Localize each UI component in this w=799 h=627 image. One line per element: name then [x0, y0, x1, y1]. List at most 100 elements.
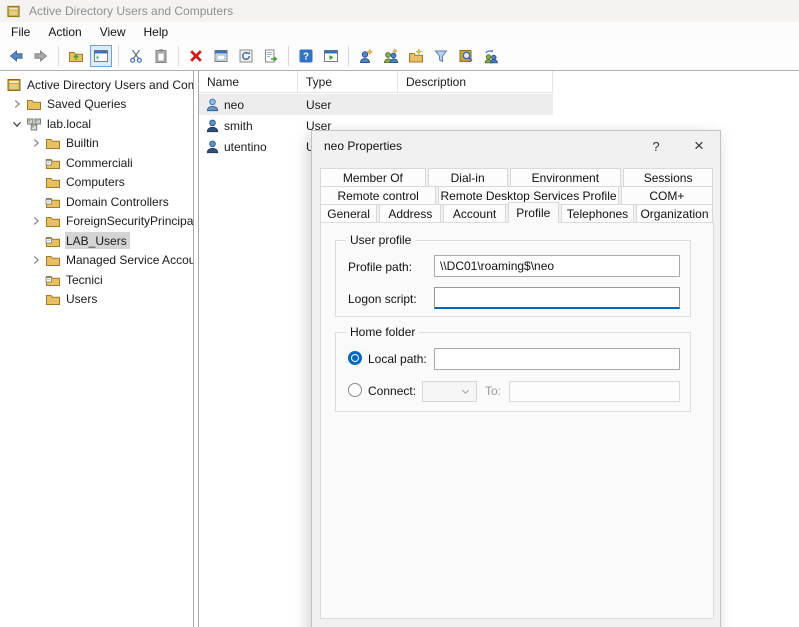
dialog-title: neo Properties — [324, 139, 402, 153]
list-cell-name: neo — [224, 98, 244, 112]
tab-com-plus[interactable]: COM+ — [621, 186, 713, 205]
console-icon — [6, 77, 22, 93]
tree-item-saved-queries[interactable]: Saved Queries — [0, 95, 193, 115]
tree-item-builtin[interactable]: Builtin — [0, 134, 193, 154]
local-path-radio[interactable] — [348, 351, 362, 365]
console-tree-icon[interactable] — [90, 45, 112, 67]
tree-item-domain-controllers[interactable]: Domain Controllers — [0, 192, 193, 212]
toolbar-separator — [348, 46, 349, 66]
chevron-right-icon[interactable] — [27, 135, 45, 151]
ou-folder-icon — [45, 272, 61, 288]
tab-telephones[interactable]: Telephones — [561, 204, 634, 223]
tab-general[interactable]: General — [320, 204, 377, 223]
chevron-right-icon[interactable] — [27, 252, 45, 268]
up-folder-icon[interactable] — [65, 45, 87, 67]
toolbar-separator — [58, 46, 59, 66]
connect-radio[interactable] — [348, 383, 362, 397]
connect-label: Connect: — [368, 384, 416, 398]
dialog-close-button[interactable]: × — [686, 133, 712, 159]
tab-remote-control[interactable]: Remote control — [320, 186, 436, 205]
menu-action[interactable]: Action — [39, 23, 90, 41]
app-icon — [6, 4, 21, 19]
tab-environment[interactable]: Environment — [510, 168, 622, 187]
drive-letter-select[interactable] — [422, 381, 477, 402]
ou-folder-icon — [45, 194, 61, 210]
logon-script-input[interactable] — [434, 287, 680, 309]
chevron-down-icon[interactable] — [8, 116, 26, 132]
selected-tree-node[interactable]: LAB_Users — [65, 232, 130, 249]
logon-script-label: Logon script: — [348, 292, 417, 306]
menu-file[interactable]: File — [2, 23, 39, 41]
tree-item-label: lab.local — [46, 117, 91, 131]
tree-item-managed-service-accounts[interactable]: Managed Service Accounts — [0, 251, 193, 271]
tab-organization[interactable]: Organization — [636, 204, 713, 223]
tree-item-tecnici[interactable]: Tecnici — [0, 270, 193, 290]
user-profile-legend: User profile — [346, 233, 415, 247]
export-list-icon[interactable] — [260, 45, 282, 67]
dialog-help-button[interactable]: ? — [643, 133, 669, 159]
column-header-type[interactable]: Type — [298, 71, 398, 92]
tree-item-commerciali[interactable]: Commerciali — [0, 153, 193, 173]
ou-folder-icon — [45, 233, 61, 249]
new-ou-icon[interactable] — [405, 45, 427, 67]
new-group-icon[interactable] — [380, 45, 402, 67]
tree-item-computers[interactable]: Computers — [0, 173, 193, 193]
help-icon[interactable]: ? — [295, 45, 317, 67]
folder-icon — [26, 96, 42, 112]
column-header-description[interactable]: Description — [398, 71, 553, 92]
toolbar-separator — [288, 46, 289, 66]
tab-address[interactable]: Address — [379, 204, 441, 223]
connect-path-input[interactable] — [509, 381, 680, 402]
dialog-title-bar: neo Properties ? × — [312, 131, 720, 161]
tree-item-users[interactable]: Users — [0, 290, 193, 310]
toolbar-separator — [178, 46, 179, 66]
list-cell-name: utentino — [224, 140, 267, 154]
home-folder-legend: Home folder — [346, 325, 419, 339]
menu-view[interactable]: View — [91, 23, 135, 41]
tree-item-lab-local[interactable]: lab.local — [0, 114, 193, 134]
menu-bar: File Action View Help — [0, 22, 799, 42]
delete-icon[interactable] — [185, 45, 207, 67]
folder-icon — [45, 213, 61, 229]
tab-strip: Member Of Dial-in Environment Sessions R… — [320, 168, 713, 222]
filter-icon[interactable] — [430, 45, 452, 67]
toolbar-separator — [118, 46, 119, 66]
title-bar: Active Directory Users and Computers — [0, 0, 799, 22]
local-path-input[interactable] — [434, 348, 680, 370]
menu-help[interactable]: Help — [135, 23, 178, 41]
tree-item-lab-users[interactable]: LAB_Users — [0, 231, 193, 251]
user-profile-groupbox: User profile Profile path: Logon script: — [335, 240, 691, 317]
new-user-icon[interactable] — [355, 45, 377, 67]
chevron-right-icon[interactable] — [27, 213, 45, 229]
window-title: Active Directory Users and Computers — [29, 4, 233, 18]
profile-tab-page: User profile Profile path: Logon script:… — [320, 222, 714, 619]
cut-icon[interactable] — [125, 45, 147, 67]
back-icon[interactable] — [5, 45, 27, 67]
tree-item-label: Saved Queries — [46, 97, 126, 111]
list-row-neo[interactable]: neo User — [199, 94, 553, 115]
tab-member-of[interactable]: Member Of — [320, 168, 426, 187]
refresh-icon[interactable] — [235, 45, 257, 67]
action-pane-icon[interactable] — [320, 45, 342, 67]
local-path-label: Local path: — [368, 352, 427, 366]
user-icon — [205, 97, 220, 112]
tree-item-label: Managed Service Accounts — [65, 253, 193, 267]
chevron-right-icon[interactable] — [8, 96, 26, 112]
column-header-name[interactable]: Name — [199, 71, 298, 92]
tree-item-root[interactable]: Active Directory Users and Computers — [0, 75, 193, 95]
profile-path-input[interactable] — [434, 255, 680, 277]
properties-icon[interactable] — [210, 45, 232, 67]
forward-icon[interactable] — [30, 45, 52, 67]
tab-dial-in[interactable]: Dial-in — [428, 168, 508, 187]
tab-sessions[interactable]: Sessions — [623, 168, 713, 187]
tree-item-label: Active Directory Users and Computers — [26, 78, 193, 92]
change-user-icon[interactable] — [480, 45, 502, 67]
list-cell-name: smith — [224, 119, 253, 133]
home-folder-groupbox: Home folder Local path: Connect: To: — [335, 332, 691, 412]
tree-item-foreign-security-principals[interactable]: ForeignSecurityPrincipals — [0, 212, 193, 232]
tab-profile[interactable]: Profile — [508, 202, 559, 223]
find-icon[interactable] — [455, 45, 477, 67]
toolbar: ? — [0, 42, 799, 71]
paste-icon[interactable] — [150, 45, 172, 67]
tab-account[interactable]: Account — [443, 204, 505, 223]
